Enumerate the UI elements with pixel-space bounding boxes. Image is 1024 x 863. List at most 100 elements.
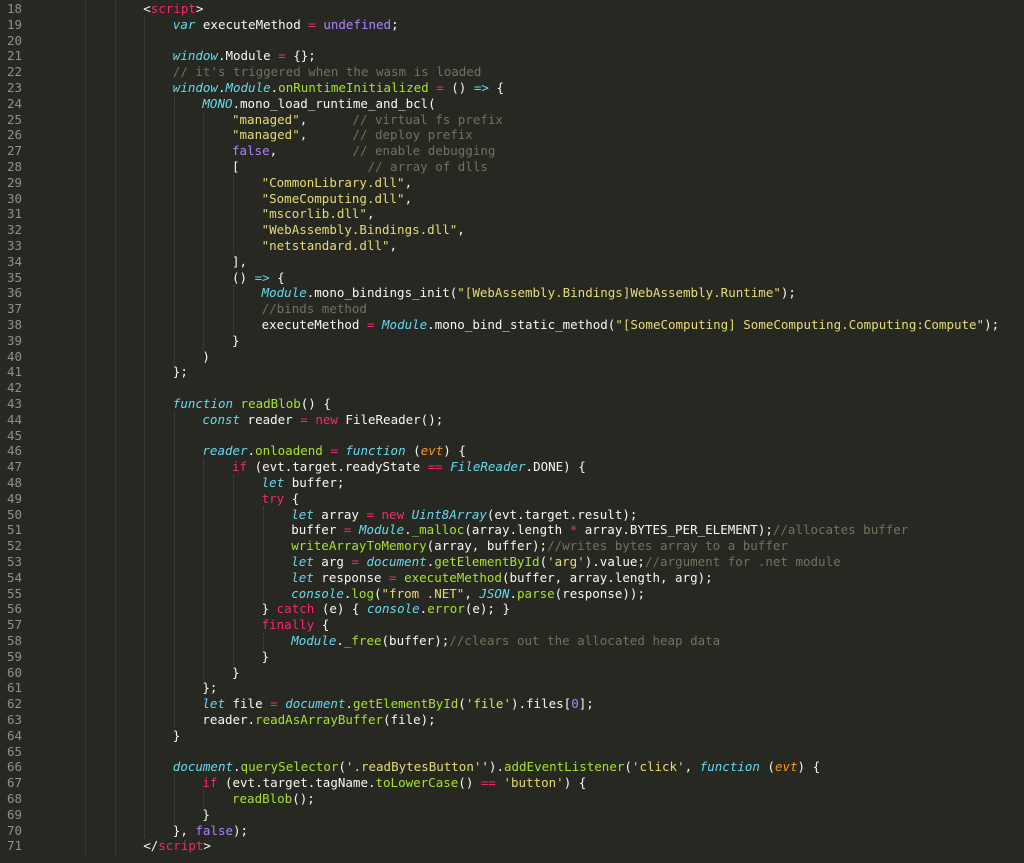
code-line[interactable]: </script> [62,838,1024,854]
code-line[interactable] [62,428,1024,444]
code-token: ( [458,696,466,712]
code-line[interactable]: "mscorlib.dll", [62,206,1024,222]
code-line[interactable]: executeMethod = Module.mono_bind_static_… [62,317,1024,333]
code-line[interactable]: }, false); [62,823,1024,839]
code-line[interactable]: "SomeComputing.dll", [62,191,1024,207]
code-editor[interactable]: 18 19 20 21 22 23 24 25 26 27 28 29 30 31 32 33 34 35 36 37… [0,0,1024,863]
code-line[interactable]: [ // array of dlls [62,159,1024,175]
code-line[interactable]: readBlob(); [62,791,1024,807]
code-line[interactable]: console.log("from .NET", JSON.parse(resp… [62,586,1024,602]
code-token: if [232,459,248,475]
code-line[interactable]: MONO.mono_load_runtime_and_bcl( [62,96,1024,112]
code-token: }; [172,364,188,380]
code-line[interactable]: var executeMethod = undefined; [62,17,1024,33]
code-line[interactable]: document.querySelector('.readBytesButton… [62,759,1024,775]
code-line-text: executeMethod = Module.mono_bind_static_… [262,317,1000,333]
code-area[interactable]: <script> var executeMethod = undefined; wi… [62,0,1024,863]
line-number: 41 [6,364,22,380]
code-line[interactable]: window.Module.onRuntimeInitialized = () … [62,80,1024,96]
code-line[interactable]: //binds method [62,301,1024,317]
code-token: //clears out the allocated heap data [449,633,721,648]
code-line[interactable]: writeArrayToMemory(array, buffer);//writ… [62,538,1024,554]
code-token: window [172,80,218,95]
code-token: _free [343,633,382,648]
line-number: 49 [6,490,22,506]
line-number: 36 [6,285,22,301]
code-line[interactable]: reader.onloadend = function (evt) { [62,443,1024,459]
code-line[interactable]: let buffer; [62,475,1024,491]
code-line[interactable]: function readBlob() { [62,396,1024,412]
code-line-text: Module.mono_bindings_init("[WebAssembly.… [262,285,796,301]
code-token: "from .NET" [381,585,465,601]
code-token: => [254,269,270,285]
code-line[interactable]: let array = new Uint8Array(evt.target.re… [62,507,1024,523]
code-line[interactable]: finally { [62,617,1024,633]
code-line[interactable]: } [62,333,1024,349]
line-number: 28 [6,159,22,174]
code-line[interactable]: // it's triggered when the wasm is loade… [62,64,1024,80]
indent-guide [233,174,234,254]
code-line[interactable]: "CommonLibrary.dll", [62,175,1024,191]
code-token: .mono_bindings_init( [306,285,458,301]
code-token: .mono_load_runtime_and_bcl( [232,95,436,111]
code-token: } [261,601,277,617]
code-line[interactable]: reader.readAsArrayBuffer(file); [62,712,1024,728]
code-token: , [404,174,413,190]
code-token: (buffer, array.length, arg); [501,569,713,585]
code-line[interactable]: } catch (e) { console.error(e); } [62,601,1024,617]
code-line[interactable]: const reader = new FileReader(); [62,412,1024,428]
code-line[interactable]: () => { [62,270,1024,286]
code-token: . [336,633,344,648]
code-line[interactable]: let response = executeMethod(buffer, arr… [62,570,1024,586]
code-line[interactable]: Module.mono_bindings_init("[WebAssembly.… [62,285,1024,301]
code-line[interactable]: ) [62,349,1024,365]
line-number: 67 [6,775,22,791]
code-line[interactable] [62,744,1024,760]
code-token: , [404,190,413,206]
code-line[interactable]: let file = document.getElementById('file… [62,696,1024,712]
line-number: 70 [6,822,22,838]
code-line[interactable]: buffer = Module._malloc(array.length * a… [62,522,1024,538]
code-line[interactable]: } [62,728,1024,744]
indent-guide [233,285,234,333]
code-token: '). [481,759,504,775]
code-line-text: finally { [262,617,330,633]
code-line[interactable]: } [62,649,1024,665]
code-line[interactable]: if (evt.target.readyState == FileReader.… [62,459,1024,475]
code-line-text: } [262,649,270,665]
code-token: ) { [563,775,587,791]
code-line-text: MONO.mono_load_runtime_and_bcl( [202,96,435,112]
code-line[interactable]: "WebAssembly.Bindings.dll", [62,222,1024,238]
code-line[interactable] [62,33,1024,49]
code-line[interactable]: "managed", // deploy prefix [62,127,1024,143]
code-token: ); [984,317,1000,332]
code-token: 'file' [465,696,511,712]
code-line[interactable]: <script> [62,1,1024,17]
code-line-text: var executeMethod = undefined; [173,17,399,33]
code-line[interactable]: Module._free(buffer);//clears out the al… [62,633,1024,649]
line-number: 48 [6,475,22,490]
code-line[interactable]: } [62,665,1024,681]
code-token: readAsArrayBuffer [255,712,384,727]
code-line[interactable]: } [62,807,1024,823]
line-number: 61 [6,680,22,696]
code-line[interactable]: ], [62,254,1024,270]
code-line[interactable]: window.Module = {}; [62,48,1024,64]
code-token: . [233,759,241,775]
code-line[interactable]: }; [62,364,1024,380]
code-line[interactable] [62,380,1024,396]
code-line[interactable]: "netstandard.dll", [62,238,1024,254]
line-number: 31 [6,206,22,222]
code-line[interactable]: }; [62,680,1024,696]
code-line[interactable]: "managed", // virtual fs prefix [62,112,1024,128]
code-line[interactable]: false, // enable debugging [62,143,1024,159]
code-token: response [313,569,390,585]
code-line[interactable]: try { [62,491,1024,507]
code-line[interactable]: let arg = document.getElementById('arg')… [62,554,1024,570]
code-token: ).files[ [510,696,572,712]
code-line-text: console.log("from .NET", JSON.parse(resp… [291,586,645,602]
code-token: => [473,80,489,95]
code-token: (file); [383,712,436,727]
code-line[interactable]: if (evt.target.tagName.toLowerCase() == … [62,775,1024,791]
code-token: < [143,1,151,16]
